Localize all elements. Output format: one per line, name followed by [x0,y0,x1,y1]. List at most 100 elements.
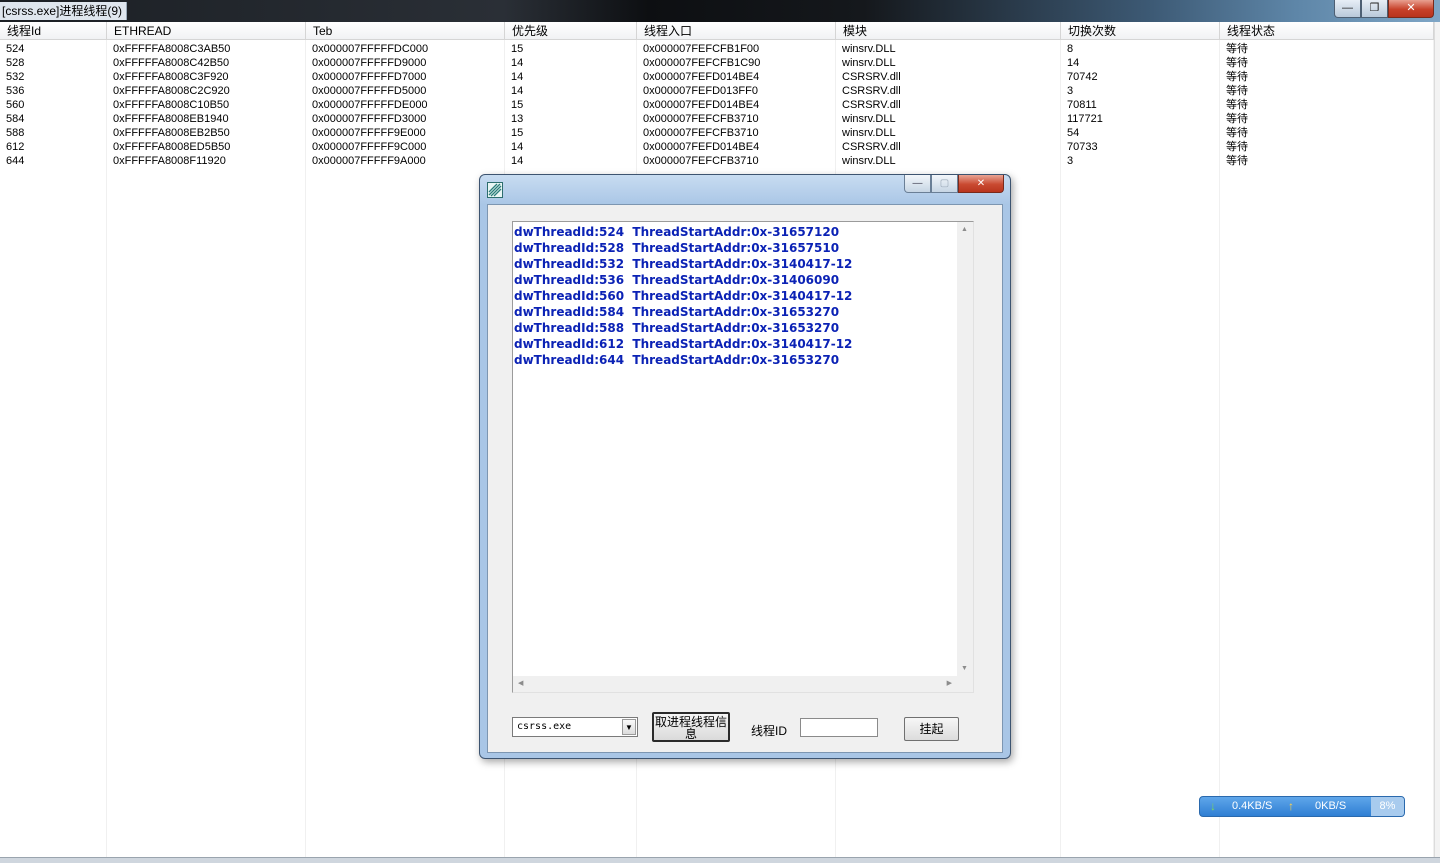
table-cell: 0x000007FEFCFB3710 [643,155,759,167]
get-thread-info-label-2: 息 [684,727,697,741]
dialog-controls: — ▢ ✕ [904,175,1004,193]
list-header: 线程Id ETHREAD Teb 优先级 线程入口 模块 切换次数 线程状态 [0,22,1434,40]
list-scrollbar[interactable] [1434,22,1440,857]
table-cell: 0xFFFFFA8008EB2B50 [113,127,230,139]
thread-rows: 524 0xFFFFFA8008C3AB50 0x000007FFFFFDC000 1… [0,42,1434,168]
table-cell: 15 [511,99,524,111]
main-titlebar[interactable]: [csrss.exe]进程线程(9) — ❐ ✕ [0,0,1440,22]
column-header[interactable]: 优先级 [505,22,637,40]
table-row[interactable]: 588 0xFFFFFA8008EB2B50 0x000007FFFFF9E000 1… [0,126,1434,140]
network-speed-widget[interactable]: ↓ 0.4KB/S ↑ 0KB/S 8% [1199,796,1405,817]
table-cell: 14 [1067,57,1080,69]
output-line: dwThreadId:532 ThreadStartAddr:0x-314041… [514,257,853,271]
window-title: [csrss.exe]进程线程(9) [0,2,128,20]
table-cell: winsrv.DLL [842,127,896,139]
thread-id-input[interactable] [800,718,878,737]
table-cell: 3 [1067,85,1074,97]
table-cell: 等待 [1226,85,1248,97]
table-cell: 14 [511,57,524,69]
table-cell: 0x000007FFFFF9A000 [312,155,426,167]
column-header[interactable]: Teb [306,22,505,40]
column-header[interactable]: ETHREAD [107,22,306,40]
dialog-close-button[interactable]: ✕ [958,175,1004,193]
table-cell: 13 [511,113,524,125]
minimize-button[interactable]: — [1334,0,1361,18]
table-cell: 0x000007FEFCFB3710 [643,113,759,125]
table-cell: 528 [6,57,25,69]
dialog-minimize-button[interactable]: — [904,175,931,193]
table-row[interactable]: 612 0xFFFFFA8008ED5B50 0x000007FFFFF9C000 1… [0,140,1434,154]
table-cell: 584 [6,113,25,125]
table-cell: 等待 [1226,141,1248,153]
scroll-down-icon[interactable]: ▼ [961,665,968,672]
table-cell: 8 [1067,43,1074,55]
column-header[interactable]: 线程Id [0,22,107,40]
scroll-up-icon[interactable]: ▲ [961,226,968,233]
table-cell: 70733 [1067,141,1098,153]
table-cell: 15 [511,43,524,55]
table-cell: CSRSRV.dll [842,71,901,83]
process-select-value: csrss.exe [517,721,572,732]
close-button[interactable]: ✕ [1388,0,1434,18]
download-speed: 0.4KB/S [1232,800,1273,812]
chevron-down-icon[interactable]: ▼ [622,719,636,735]
table-cell: 54 [1067,127,1080,139]
table-cell: 0x000007FFFFFD9000 [312,57,427,69]
table-cell: 15 [511,127,524,139]
table-cell: 644 [6,155,25,167]
suspend-button[interactable]: 挂起 [904,717,959,741]
upload-speed: 0KB/S [1315,800,1347,812]
table-cell: 0xFFFFFA8008ED5B50 [113,141,231,153]
window-controls: — ❐ ✕ [1334,0,1434,18]
scroll-left-icon[interactable]: ◀ [518,680,523,687]
taskbar-strip [0,857,1440,863]
table-cell: 14 [511,71,524,83]
table-row[interactable]: 528 0xFFFFFA8008C42B50 0x000007FFFFFD9000 1… [0,56,1434,70]
get-thread-info-button[interactable]: 取进程线程信 息 [652,712,730,742]
scroll-right-icon[interactable]: ▶ [947,680,952,687]
table-row[interactable]: 524 0xFFFFFA8008C3AB50 0x000007FFFFFDC000 1… [0,42,1434,56]
table-cell: CSRSRV.dll [842,85,901,97]
table-cell: 0xFFFFFA8008C3F920 [113,71,229,83]
column-header[interactable]: 切换次数 [1061,22,1220,40]
table-cell: 14 [511,85,524,97]
table-row[interactable]: 536 0xFFFFFA8008C2C920 0x000007FFFFFD5000 1… [0,84,1434,98]
output-line: dwThreadId:588 ThreadStartAddr:0x-316532… [514,321,840,335]
table-cell: CSRSRV.dll [842,99,901,111]
output-line: dwThreadId:644 ThreadStartAddr:0x-316532… [514,353,840,367]
table-cell: 等待 [1226,155,1248,167]
table-cell: winsrv.DLL [842,57,896,69]
table-cell: 0x000007FFFFFDC000 [312,43,429,55]
process-select[interactable]: csrss.exe ▼ [512,717,638,737]
table-cell: 612 [6,141,25,153]
column-header[interactable]: 模块 [836,22,1061,40]
table-row[interactable]: 532 0xFFFFFA8008C3F920 0x000007FFFFFD7000 1… [0,70,1434,84]
table-cell: CSRSRV.dll [842,141,901,153]
column-header[interactable]: 线程状态 [1220,22,1434,40]
table-cell: 0x000007FEFCFB3710 [643,127,759,139]
table-cell: winsrv.DLL [842,43,896,55]
table-cell: 等待 [1226,57,1248,69]
table-cell: 560 [6,99,25,111]
table-cell: 14 [511,141,524,153]
table-cell: 0xFFFFFA8008C2C920 [113,85,230,97]
output-horizontal-scrollbar[interactable]: ◀ ▶ [513,676,957,692]
table-row[interactable]: 644 0xFFFFFA8008F11920 0x000007FFFFF9A000 1… [0,154,1434,168]
download-arrow-icon: ↓ [1210,799,1216,813]
table-cell: 0xFFFFFA8008C3AB50 [113,43,231,55]
output-vertical-scrollbar[interactable]: ▲ ▼ [957,222,973,676]
column-header[interactable]: 线程入口 [637,22,836,40]
table-cell: 0x000007FEFCFB1F00 [643,43,760,55]
table-cell: 117721 [1067,113,1103,125]
table-row[interactable]: 584 0xFFFFFA8008EB1940 0x000007FFFFFD3000 1… [0,112,1434,126]
output-text: dwThreadId:524 ThreadStartAddr:0x-316571… [514,224,957,676]
table-row[interactable]: 560 0xFFFFFA8008C10B50 0x000007FFFFFDE000 1… [0,98,1434,112]
output-line: dwThreadId:584 ThreadStartAddr:0x-316532… [514,305,840,319]
output-textbox[interactable]: dwThreadId:524 ThreadStartAddr:0x-316571… [512,221,974,693]
thread-info-dialog[interactable]: — ▢ ✕ dwThreadId:524 ThreadStartAddr:0x-… [479,174,1011,759]
table-cell: winsrv.DLL [842,155,896,167]
table-cell: 等待 [1226,113,1248,125]
maximize-button[interactable]: ❐ [1361,0,1388,18]
table-cell: 0x000007FFFFFD5000 [312,85,427,97]
table-cell: 等待 [1226,99,1248,111]
